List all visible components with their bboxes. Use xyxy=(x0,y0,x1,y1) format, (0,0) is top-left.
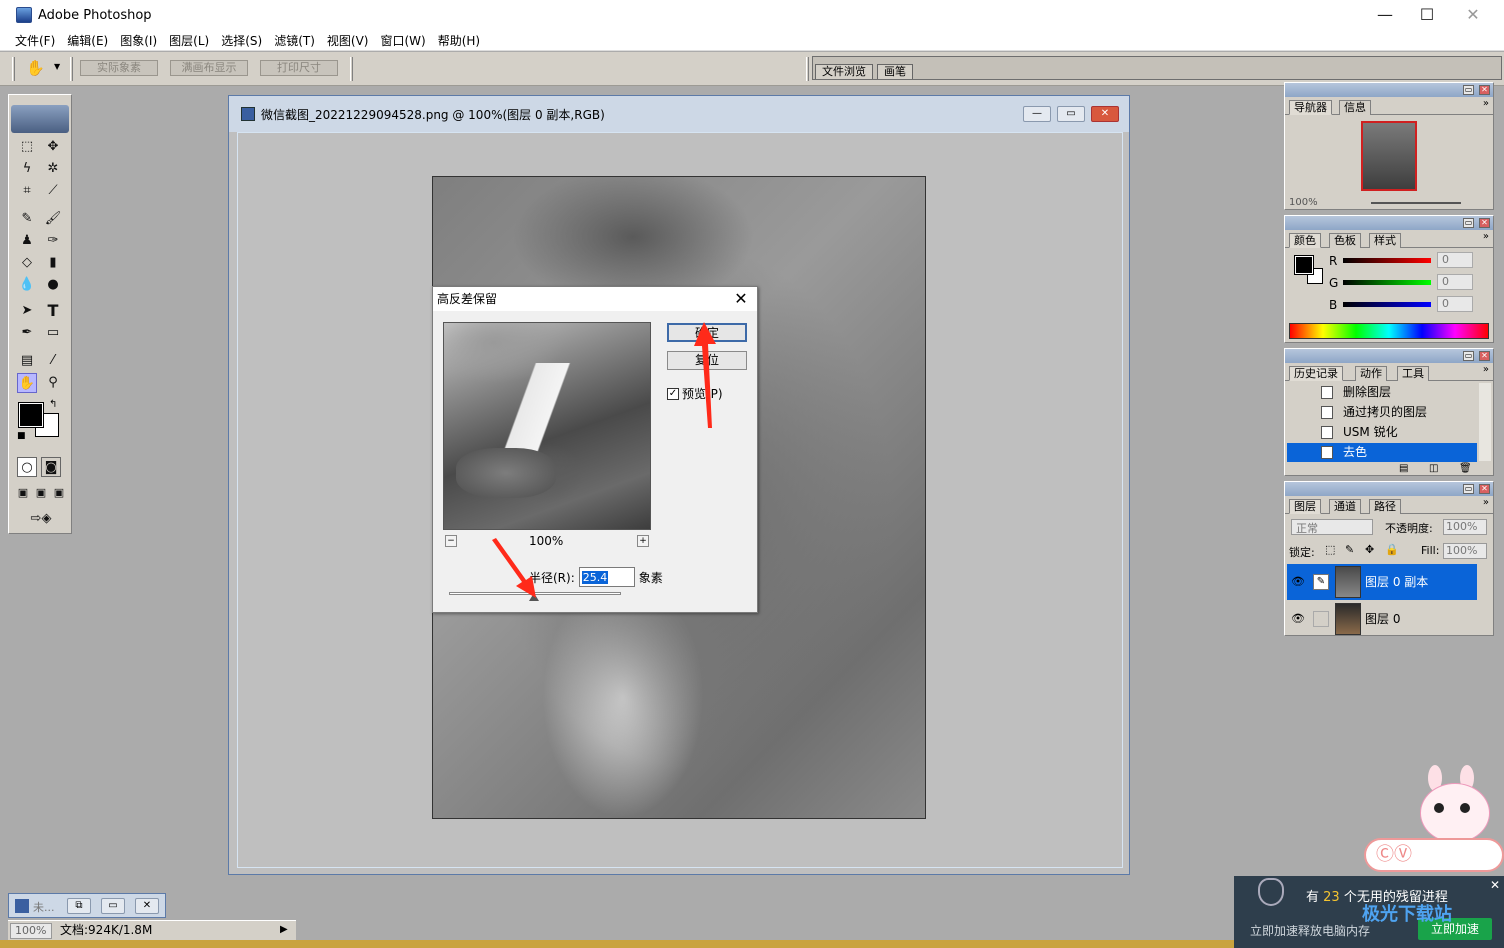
notification-subtext: 立即加速释放电脑内存 xyxy=(1250,924,1371,938)
mascot-ring: ⒸⓋ xyxy=(1364,838,1504,872)
photoshop-app: Adobe Photoshop — ☐ ✕ 文件(F) 编辑(E) 图象(I) … xyxy=(0,0,1504,940)
watermark-text: 极光下载站 xyxy=(1362,904,1452,925)
annotation-arrows xyxy=(492,322,716,598)
arrow-to-slider xyxy=(492,538,536,598)
notification-close-icon[interactable]: ✕ xyxy=(1490,878,1500,892)
shield-icon xyxy=(1258,878,1284,906)
notification-popup: ✕ 有 23 个无用的残留进程 立即加速释放电脑内存 立即加速 极光下载站 xyxy=(1234,876,1504,948)
arrow-to-ok-button xyxy=(694,322,716,428)
